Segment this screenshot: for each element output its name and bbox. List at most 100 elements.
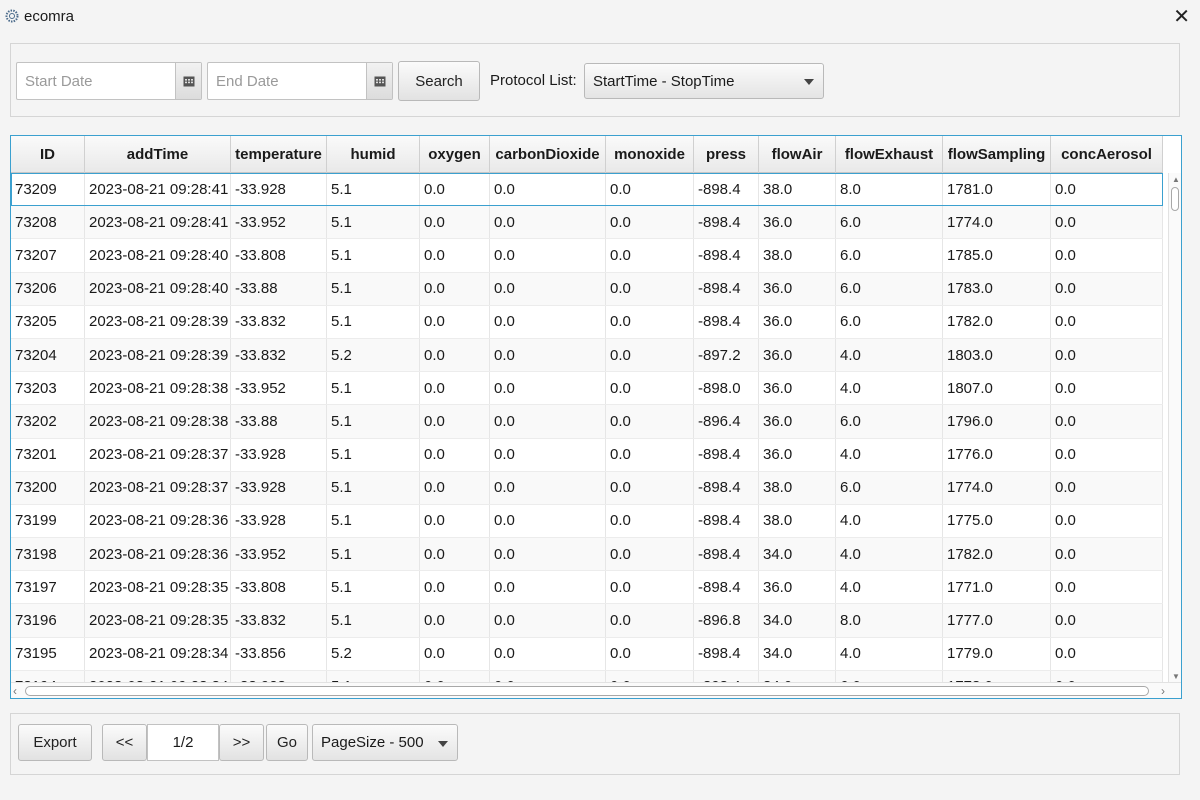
cell-flowexhaust: 4.0 <box>836 372 943 405</box>
end-date-picker <box>207 62 393 100</box>
column-header-addtime[interactable]: addTime <box>85 136 231 173</box>
table-row[interactable]: 73197 2023-08-21 09:28:35 -33.808 5.1 0.0 0.0… <box>11 571 1163 605</box>
table-row[interactable]: 73196 2023-08-21 09:28:35 -33.832 5.1 0.0 0.0… <box>11 604 1163 638</box>
cell-oxygen: 0.0 <box>420 571 490 604</box>
cell-press: -898.4 <box>694 438 759 471</box>
start-date-input[interactable] <box>17 63 175 99</box>
column-header-flowsampling[interactable]: flowSampling <box>943 136 1051 173</box>
search-button[interactable]: Search <box>398 61 480 101</box>
scroll-up-icon[interactable]: ▲ <box>1172 175 1180 184</box>
cell-concaerosol: 0.0 <box>1051 239 1163 272</box>
table-row[interactable]: 73205 2023-08-21 09:28:39 -33.832 5.1 0.0 0.0… <box>11 305 1163 339</box>
page-number-field[interactable]: 1/2 <box>147 724 219 761</box>
cell-concaerosol: 0.0 <box>1051 372 1163 405</box>
chevron-down-icon <box>438 740 448 747</box>
cell-concaerosol: 0.0 <box>1051 405 1163 438</box>
column-header-concaerosol[interactable]: concAerosol <box>1051 136 1163 173</box>
cell-oxygen: 0.0 <box>420 206 490 239</box>
cell-humid: 5.1 <box>327 604 420 637</box>
cell-flowexhaust: 4.0 <box>836 538 943 571</box>
prev-page-button[interactable]: << <box>102 724 147 761</box>
vertical-scroll-thumb[interactable] <box>1171 187 1179 211</box>
cell-humid: 5.1 <box>327 571 420 604</box>
horizontal-scroll-thumb[interactable] <box>25 686 1149 696</box>
cell-id: 73201 <box>11 438 85 471</box>
export-button[interactable]: Export <box>18 724 92 761</box>
next-page-button[interactable]: >> <box>219 724 264 761</box>
cell-monoxide: 0.0 <box>606 173 694 206</box>
calendar-icon[interactable] <box>175 63 201 99</box>
end-date-input[interactable] <box>208 63 366 99</box>
table-row[interactable]: 73204 2023-08-21 09:28:39 -33.832 5.2 0.0 0.0… <box>11 338 1163 373</box>
column-header-press[interactable]: press <box>694 136 759 173</box>
cell-temperature: -33.928 <box>231 504 327 538</box>
cell-temperature: -33.808 <box>231 571 327 604</box>
cell-humid: 5.1 <box>327 173 420 206</box>
table-row[interactable]: 73206 2023-08-21 09:28:40 -33.88 5.1 0.0 0.0 0… <box>11 272 1163 306</box>
table-row[interactable]: 73199 2023-08-21 09:28:36 -33.928 5.1 0.0 0.0… <box>11 504 1163 539</box>
scroll-left-icon[interactable]: ‹ <box>13 684 17 698</box>
protocol-list-select[interactable]: StartTime - StopTime <box>584 63 824 99</box>
cell-flowair: 36.0 <box>759 372 836 405</box>
cell-addtime: 2023-08-21 09:28:38 <box>85 405 231 438</box>
cell-press: -898.4 <box>694 206 759 239</box>
column-header-oxygen[interactable]: oxygen <box>420 136 490 173</box>
table-row[interactable]: 73207 2023-08-21 09:28:40 -33.808 5.1 0.0 0.0… <box>11 239 1163 273</box>
table-row[interactable]: 73202 2023-08-21 09:28:38 -33.88 5.1 0.0 0.0 0… <box>11 405 1163 439</box>
cell-concaerosol: 0.0 <box>1051 604 1163 637</box>
cell-flowair: 36.0 <box>759 438 836 471</box>
cell-monoxide: 0.0 <box>606 504 694 538</box>
table-row[interactable]: 73198 2023-08-21 09:28:36 -33.952 5.1 0.0 0.0… <box>11 538 1163 572</box>
cell-temperature: -33.856 <box>231 637 327 670</box>
cell-temperature: -33.952 <box>231 538 327 571</box>
cell-carbondioxide: 0.0 <box>490 637 606 670</box>
cell-flowsampling: 1796.0 <box>943 405 1051 438</box>
table-row[interactable]: 73201 2023-08-21 09:28:37 -33.928 5.1 0.0 0.0… <box>11 438 1163 472</box>
cell-id: 73205 <box>11 305 85 338</box>
filter-panel: Search Protocol List: StartTime - StopTi… <box>10 43 1180 117</box>
close-icon[interactable]: ✕ <box>1173 4 1190 29</box>
cell-flowsampling: 1777.0 <box>943 604 1051 637</box>
cell-addtime: 2023-08-21 09:28:39 <box>85 305 231 338</box>
scroll-down-icon[interactable]: ▼ <box>1172 672 1180 681</box>
cell-flowexhaust: 6.0 <box>836 471 943 504</box>
cell-monoxide: 0.0 <box>606 272 694 305</box>
cell-carbondioxide: 0.0 <box>490 272 606 305</box>
cell-flowexhaust: 4.0 <box>836 571 943 604</box>
cell-monoxide: 0.0 <box>606 206 694 239</box>
column-header-flowexhaust[interactable]: flowExhaust <box>836 136 943 173</box>
column-header-monoxide[interactable]: monoxide <box>606 136 694 173</box>
calendar-icon[interactable] <box>366 63 392 99</box>
cell-id: 73197 <box>11 571 85 604</box>
cell-monoxide: 0.0 <box>606 471 694 504</box>
column-header-id[interactable]: ID <box>11 136 85 173</box>
column-header-humid[interactable]: humid <box>327 136 420 173</box>
cell-flowsampling: 1807.0 <box>943 372 1051 405</box>
column-header-flowair[interactable]: flowAir <box>759 136 836 173</box>
go-button[interactable]: Go <box>266 724 308 761</box>
cell-humid: 5.1 <box>327 272 420 305</box>
table-row[interactable]: 73209 2023-08-21 09:28:41 -33.928 5.1 0.0 0.0… <box>11 173 1163 207</box>
column-header-carbondioxide[interactable]: carbonDioxide <box>490 136 606 173</box>
cell-temperature: -33.928 <box>231 438 327 471</box>
cell-concaerosol: 0.0 <box>1051 305 1163 338</box>
page-size-select[interactable]: PageSize - 500 <box>312 724 458 761</box>
table-row[interactable]: 73195 2023-08-21 09:28:34 -33.856 5.2 0.0 0.0… <box>11 637 1163 671</box>
vertical-scrollbar[interactable]: ▲ ▼ <box>1168 173 1181 683</box>
horizontal-scrollbar[interactable]: ‹ › <box>11 682 1181 698</box>
page-size-value: PageSize - 500 <box>321 734 424 751</box>
table-row[interactable]: 73208 2023-08-21 09:28:41 -33.952 5.1 0.0 0.0… <box>11 206 1163 240</box>
cell-carbondioxide: 0.0 <box>490 438 606 471</box>
cell-flowsampling: 1774.0 <box>943 471 1051 504</box>
table-row[interactable]: 73200 2023-08-21 09:28:37 -33.928 5.1 0.0 0.0… <box>11 471 1163 505</box>
cell-flowexhaust: 8.0 <box>836 173 943 206</box>
window-title: ecomra <box>24 8 75 25</box>
cell-id: 73204 <box>11 338 85 372</box>
column-header-temperature[interactable]: temperature <box>231 136 327 173</box>
scroll-right-icon[interactable]: › <box>1161 684 1165 698</box>
cell-concaerosol: 0.0 <box>1051 272 1163 305</box>
table-row[interactable]: 73203 2023-08-21 09:28:38 -33.952 5.1 0.0 0.0… <box>11 372 1163 406</box>
cell-concaerosol: 0.0 <box>1051 438 1163 471</box>
cell-oxygen: 0.0 <box>420 272 490 305</box>
cell-monoxide: 0.0 <box>606 571 694 604</box>
